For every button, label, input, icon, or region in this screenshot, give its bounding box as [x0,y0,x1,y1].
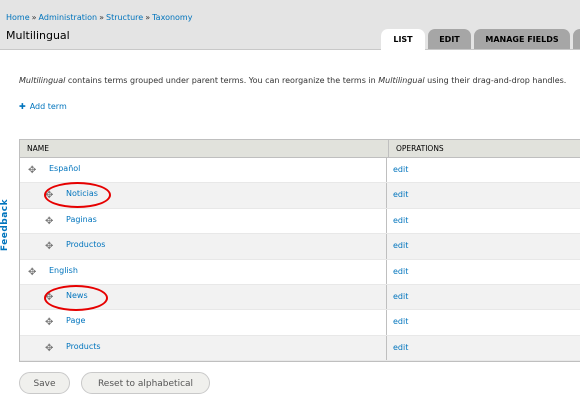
table-row: ✥ English edit [20,259,580,285]
breadcrumb-taxonomy[interactable]: Taxonomy [152,13,192,22]
tab-manage-fields[interactable]: MANAGE FIELDS [474,29,570,49]
table-row: ✥ Español edit [20,158,580,184]
drag-handle-icon[interactable]: ✥ [45,241,53,252]
breadcrumb-administration[interactable]: Administration [39,13,98,22]
drag-handle-icon[interactable]: ✥ [45,343,53,354]
table-row: ✥ Products edit [20,335,580,362]
tab-list[interactable]: LIST [381,29,425,50]
table-header: NAME OPERATIONS [20,140,580,158]
feedback-tab[interactable]: Feedback [0,195,10,255]
edit-link[interactable]: edit [393,216,408,225]
annotation-circle [44,182,111,208]
term-link[interactable]: English [49,266,78,275]
drag-handle-icon[interactable]: ✥ [45,216,53,227]
drag-handle-icon[interactable]: ✥ [28,267,36,278]
add-term-link[interactable]: ✚ Add term [19,102,67,111]
save-button[interactable]: Save [19,372,70,394]
breadcrumb-home[interactable]: Home [6,13,30,22]
term-link[interactable]: Español [49,164,80,173]
edit-link[interactable]: edit [393,317,408,326]
edit-link[interactable]: edit [393,241,408,250]
term-link[interactable]: Page [66,316,85,325]
breadcrumb: Home» Administration» Structure» Taxonomy [6,13,193,22]
term-link[interactable]: Productos [66,240,105,249]
edit-link[interactable]: edit [393,190,408,199]
breadcrumb-structure[interactable]: Structure [106,13,143,22]
drag-handle-icon[interactable]: ✥ [28,165,36,176]
column-header-name: NAME [27,144,49,153]
edit-link[interactable]: edit [393,343,408,352]
annotation-circle [44,285,108,311]
edit-link[interactable]: edit [393,292,408,301]
reset-alphabetical-button[interactable]: Reset to alphabetical [81,372,210,394]
page-title: Multilingual [6,29,70,42]
drag-handle-icon[interactable]: ✥ [45,317,53,328]
table-row: ✥ Productos edit [20,234,580,260]
table-row: ✥ Page edit [20,310,580,336]
tab-edit[interactable]: EDIT [428,29,471,49]
page-header: Home» Administration» Structure» Taxonomy M… [0,0,580,50]
term-link[interactable]: Products [66,342,101,351]
vocabulary-description: Multilingual contains terms grouped unde… [19,76,567,85]
table-row: ✥ Paginas edit [20,208,580,235]
edit-link[interactable]: edit [393,267,408,276]
plus-icon: ✚ [19,102,26,111]
tab-more[interactable] [573,29,580,49]
column-header-operations: OPERATIONS [388,140,444,157]
terms-table: NAME OPERATIONS ✥ Español edit ✥ Noticia… [19,139,580,363]
edit-link[interactable]: edit [393,165,408,174]
term-link[interactable]: Paginas [66,215,97,224]
feedback-label: Feedback [0,198,10,252]
